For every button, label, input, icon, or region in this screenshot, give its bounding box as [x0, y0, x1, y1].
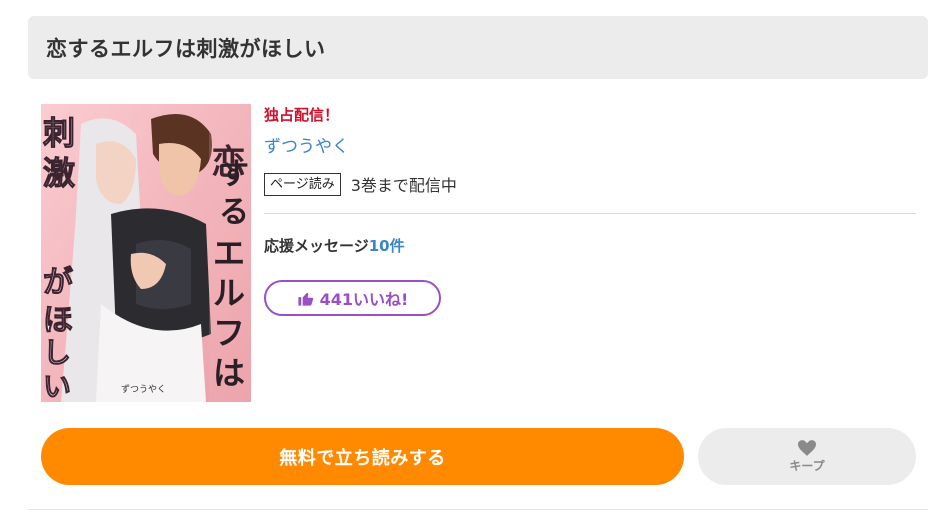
support-count: 10件: [368, 237, 405, 255]
keep-button[interactable]: キープ: [698, 428, 916, 485]
availability-text: 3巻まで配信中: [350, 176, 457, 195]
divider: [264, 213, 916, 214]
svg-text:す: す: [219, 157, 249, 192]
title-bar: 恋するエルフは刺激がほしい: [28, 16, 928, 79]
format-row: ページ読み 3巻まで配信中: [264, 172, 457, 196]
cover-illustration: 恋 す る エ ル フ は 刺 激 が ほ し い ずつうやく: [41, 104, 251, 402]
svg-text:ずつうやく: ずつうやく: [121, 384, 166, 395]
thumbs-up-icon: [298, 292, 313, 306]
page-title: 恋するエルフは刺激がほしい: [46, 36, 326, 61]
bottom-divider: [28, 509, 928, 510]
heart-icon: [798, 439, 816, 456]
cover-image[interactable]: 恋 す る エ ル フ は 刺 激 が ほ し い ずつうやく: [41, 104, 251, 402]
svg-text:は: は: [213, 354, 245, 392]
svg-text:が: が: [43, 265, 73, 300]
svg-text:ほ: ほ: [43, 303, 73, 338]
like-button[interactable]: 441いいね!: [264, 280, 441, 316]
svg-text:激: 激: [43, 154, 75, 192]
svg-text:い: い: [43, 370, 71, 402]
format-badge: ページ読み: [264, 172, 341, 196]
author-link[interactable]: ずつうやく: [264, 132, 349, 157]
support-label: 応援メッセージ: [264, 237, 369, 255]
svg-text:し: し: [43, 336, 71, 369]
exclusive-label: 独占配信！: [264, 106, 340, 124]
svg-text:る: る: [219, 195, 249, 230]
svg-text:エ: エ: [213, 234, 245, 272]
read-free-button[interactable]: 無料で立ち読みする: [41, 428, 684, 485]
svg-text:刺: 刺: [43, 114, 75, 152]
svg-text:フ: フ: [213, 314, 245, 352]
read-free-label: 無料で立ち読みする: [279, 447, 446, 469]
keep-label: キープ: [789, 458, 825, 473]
likes-label: 441いいね!: [319, 290, 409, 309]
svg-text:ル: ル: [213, 274, 245, 312]
support-message-link[interactable]: 応援メッセージ10件: [264, 235, 405, 256]
